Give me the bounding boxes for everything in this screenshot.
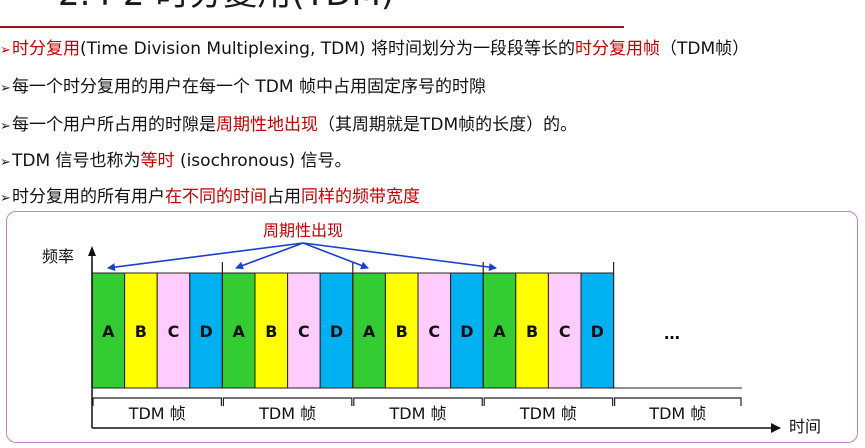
slot-letter: C <box>168 322 180 341</box>
frame-label: TDM 帧 <box>519 404 577 423</box>
slot-letter: C <box>428 322 440 341</box>
x-axis-label: 时间 <box>789 417 821 436</box>
periodic-arrow <box>302 242 497 272</box>
frame-label: TDM 帧 <box>258 404 316 423</box>
slot-letter: B <box>135 322 147 341</box>
slot-letter: D <box>591 322 604 341</box>
slot-letter: A <box>493 322 506 341</box>
slot-letter: A <box>233 322 246 341</box>
slot-letter: B <box>526 322 538 341</box>
frame-label: TDM 帧 <box>648 404 706 423</box>
slot-letter: A <box>102 322 115 341</box>
slot-letter: A <box>363 322 376 341</box>
periodic-label: 周期性出现 <box>263 221 343 240</box>
periodic-arrow <box>107 242 304 272</box>
ellipsis-label: … <box>664 324 680 343</box>
frame-label: TDM 帧 <box>389 404 447 423</box>
slot-letter: C <box>559 322 571 341</box>
slot-letter: D <box>460 322 473 341</box>
y-axis-arrow-icon <box>88 246 96 256</box>
y-axis-label: 频率 <box>42 247 74 266</box>
slot-letter: B <box>265 322 277 341</box>
slot-letter: D <box>199 322 212 341</box>
slot-letter: D <box>330 322 343 341</box>
tdm-diagram: ABCDABCDABCDABCD TDM 帧 TDM 帧 TDM 帧 TDM 帧 TDM… <box>42 221 821 436</box>
slot-letter: B <box>396 322 408 341</box>
frame-label: TDM 帧 <box>128 404 186 423</box>
slot-letter: C <box>298 322 310 341</box>
